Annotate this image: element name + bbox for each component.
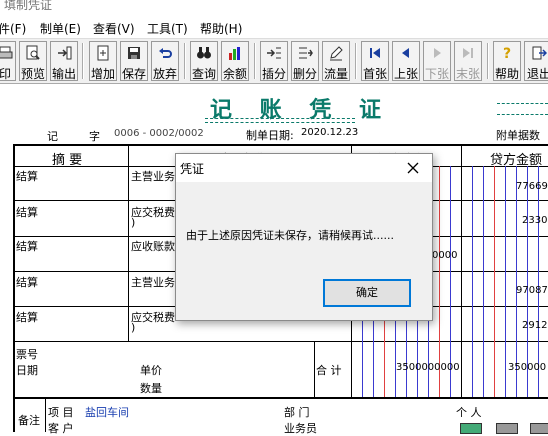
dept-label: 部 门 xyxy=(284,406,310,419)
exit-icon xyxy=(532,46,547,60)
entry-summary[interactable]: 结算 xyxy=(16,309,38,325)
personal-label: 个 人 xyxy=(456,406,482,419)
entry-credit[interactable]: 97087 xyxy=(516,285,548,296)
voucher-type: 记 xyxy=(47,130,58,143)
salesman-label: 业务员 xyxy=(284,422,317,435)
prev-icon xyxy=(402,48,409,58)
menu-bar: 件(F) 制单(E) 查看(V) 工具(T) 帮助(H) xyxy=(0,17,548,37)
balance-button[interactable]: 余额 xyxy=(221,41,249,81)
voucher-title: 记 账 凭 证 xyxy=(210,97,391,123)
entry-summary[interactable]: 结算 xyxy=(16,168,38,184)
date-row-label: 日期 xyxy=(16,364,38,377)
header-summary: 摘 要 xyxy=(52,153,83,168)
toolbar: 印 预览 输出 增加 保存 放弃 查询 余额 插分 删分 流量 首张 上张 下张… xyxy=(0,38,548,84)
dialog-close-button[interactable] xyxy=(398,156,428,180)
pen-icon xyxy=(330,46,343,61)
preview-button[interactable]: 预览 xyxy=(19,41,47,81)
total-label: 合 计 xyxy=(316,364,342,377)
entry-account-detail: ) xyxy=(131,216,136,229)
help-icon: ? xyxy=(503,46,511,61)
voucher-date[interactable]: 2020.12.23 xyxy=(301,127,358,138)
entry-account[interactable]: 主营业务 xyxy=(131,274,175,290)
window-title-bar: 填制凭证 xyxy=(0,0,548,16)
entry-summary[interactable]: 结算 xyxy=(16,238,38,254)
entry-account[interactable]: 应交税费 xyxy=(131,204,175,220)
menu-view[interactable]: 查看(V) xyxy=(93,20,135,37)
prev-button[interactable]: 上张 xyxy=(392,41,420,81)
entry-credit[interactable]: 2912 xyxy=(522,320,547,331)
first-icon xyxy=(370,48,380,58)
export-button[interactable]: 输出 xyxy=(50,41,78,81)
menu-file[interactable]: 件(F) xyxy=(0,20,26,37)
card-icon[interactable] xyxy=(460,423,482,434)
help-button[interactable]: ? 帮助 xyxy=(493,41,521,81)
next-button[interactable]: 下张 xyxy=(423,41,451,81)
print-button[interactable]: 印 xyxy=(0,41,16,81)
total-debit: 3500000000 xyxy=(396,362,460,373)
svg-text:?: ? xyxy=(503,46,511,61)
entry-account[interactable]: 主营业务 xyxy=(131,168,175,184)
unit-price-label: 单价 xyxy=(140,364,162,377)
header-credit: 贷方金额 xyxy=(490,153,543,168)
last-button[interactable]: 末张 xyxy=(454,41,482,81)
bar-chart-icon xyxy=(229,47,240,60)
menu-tools[interactable]: 工具(T) xyxy=(147,20,188,37)
entry-account[interactable]: 应交税费 xyxy=(131,309,175,325)
quantity-label: 数量 xyxy=(140,382,162,395)
query-button[interactable]: 查询 xyxy=(190,41,218,81)
dialog-message: 由于上述原因凭证未保存，请稍候再试...... xyxy=(186,229,394,242)
entry-summary[interactable]: 结算 xyxy=(16,274,38,290)
ok-button[interactable]: 确定 xyxy=(323,279,411,307)
entry-summary[interactable]: 结算 xyxy=(16,204,38,220)
message-dialog: 凭证 由于上述原因凭证未保存，请稍候再试...... 确定 xyxy=(175,153,433,321)
item-label: 项 目 xyxy=(48,406,74,419)
flow-button[interactable]: 流量 xyxy=(322,41,350,81)
menu-help[interactable]: 帮助(H) xyxy=(200,20,242,37)
insert-entry-button[interactable]: 插分 xyxy=(260,41,288,81)
preview-icon xyxy=(26,45,40,60)
next-icon xyxy=(434,48,441,58)
close-icon xyxy=(407,162,419,174)
ticket-label: 票号 xyxy=(16,348,38,361)
customer-label: 客 户 xyxy=(48,422,74,435)
add-button[interactable]: 增加 xyxy=(89,41,117,81)
dialog-title: 凭证 xyxy=(180,162,205,176)
total-credit: 350000 xyxy=(508,362,547,373)
document-icon[interactable] xyxy=(496,423,518,434)
delete-entry-button[interactable]: 删分 xyxy=(291,41,319,81)
undo-icon xyxy=(159,48,172,58)
last-icon xyxy=(463,48,473,58)
abandon-button[interactable]: 放弃 xyxy=(151,41,179,81)
entry-account[interactable]: 应收账款 xyxy=(131,238,175,254)
image-icon[interactable] xyxy=(530,423,548,434)
first-button[interactable]: 首张 xyxy=(361,41,389,81)
date-label: 制单日期: xyxy=(246,129,294,142)
save-button[interactable]: 保存 xyxy=(120,41,148,81)
menu-voucher[interactable]: 制单(E) xyxy=(40,20,81,37)
add-icon xyxy=(97,45,109,61)
attachment-label: 附单据数 xyxy=(496,129,540,142)
remark-label: 备注 xyxy=(18,414,40,427)
delete-row-icon xyxy=(299,47,313,59)
exit-button[interactable]: 退出 xyxy=(524,41,548,81)
window-title: 填制凭证 xyxy=(4,0,53,12)
insert-row-icon xyxy=(267,47,281,59)
item-value[interactable]: 盐回车间 xyxy=(85,404,129,420)
entry-account-detail: ) xyxy=(131,321,136,334)
entry-credit[interactable]: 2330 xyxy=(522,215,547,226)
export-icon xyxy=(58,46,72,60)
entry-credit[interactable]: 77669 xyxy=(516,181,548,192)
binoculars-icon xyxy=(197,47,211,59)
voucher-number[interactable]: 0006 - 0002/0002 xyxy=(114,128,204,139)
save-icon xyxy=(128,47,140,59)
printer-icon xyxy=(0,46,13,59)
entry-debit[interactable]: 0000 xyxy=(432,250,457,261)
dialog-title-bar: 凭证 xyxy=(176,154,432,182)
voucher-zi-label: 字 xyxy=(89,130,100,143)
